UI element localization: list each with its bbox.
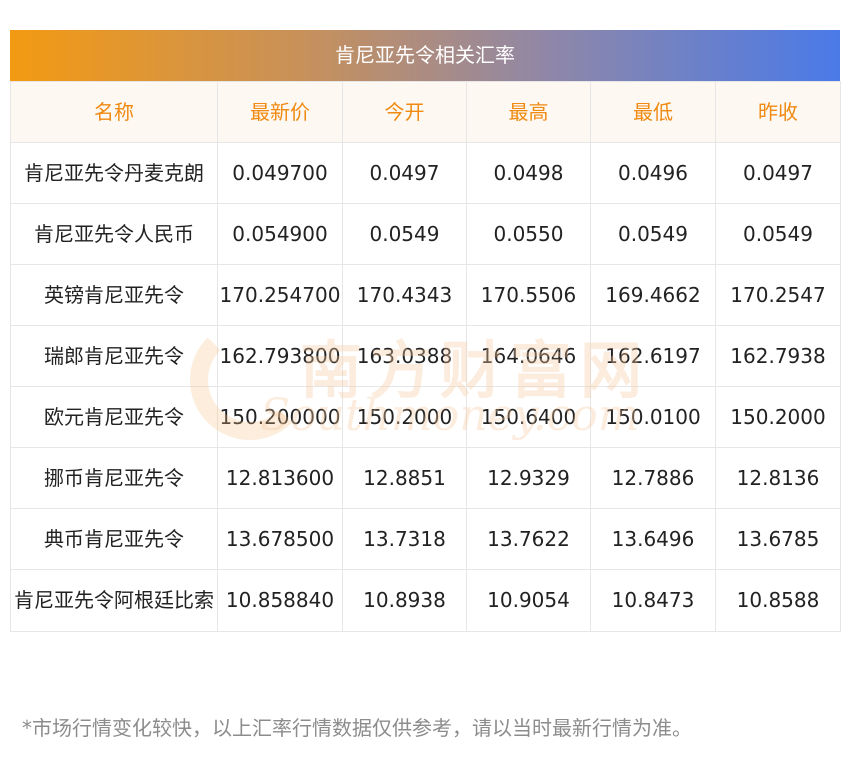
row-prev: 162.7938 (715, 325, 841, 387)
row-open: 170.4343 (342, 264, 467, 326)
row-latest: 10.858840 (217, 569, 343, 632)
header-open: 今开 (342, 81, 467, 143)
row-name: 典币肯尼亚先令 (10, 508, 218, 570)
row-open: 0.0497 (342, 142, 467, 204)
row-name: 欧元肯尼亚先令 (10, 386, 218, 448)
header-prev: 昨收 (715, 81, 841, 143)
row-high: 0.0550 (466, 203, 591, 265)
row-latest: 13.678500 (217, 508, 343, 570)
row-latest: 150.200000 (217, 386, 343, 448)
row-open: 0.0549 (342, 203, 467, 265)
row-prev: 10.8588 (715, 569, 841, 632)
header-row: 名称 最新价 今开 最高 最低 昨收 (10, 81, 841, 143)
row-low: 13.6496 (590, 508, 716, 570)
table-row: 挪币肯尼亚先令 12.813600 12.8851 12.9329 12.788… (10, 447, 841, 509)
row-name: 肯尼亚先令人民币 (10, 203, 218, 265)
header-low: 最低 (590, 81, 716, 143)
table-row: 肯尼亚先令人民币 0.054900 0.0549 0.0550 0.0549 0… (10, 203, 841, 265)
row-low: 12.7886 (590, 447, 716, 509)
table-row: 欧元肯尼亚先令 150.200000 150.2000 150.6400 150… (10, 386, 841, 448)
row-high: 170.5506 (466, 264, 591, 326)
table-row: 典币肯尼亚先令 13.678500 13.7318 13.7622 13.649… (10, 508, 841, 570)
rates-panel: 肯尼亚先令相关汇率 名称 最新价 今开 最高 最低 昨收 肯尼亚先令丹麦克朗 0… (10, 30, 841, 632)
disclaimer-note: *市场行情变化较快，以上汇率行情数据仅供参考，请以当时最新行情为准。 (22, 716, 692, 740)
row-high: 0.0498 (466, 142, 591, 204)
row-prev: 170.2547 (715, 264, 841, 326)
row-open: 12.8851 (342, 447, 467, 509)
row-latest: 0.054900 (217, 203, 343, 265)
row-prev: 150.2000 (715, 386, 841, 448)
table-title: 肯尼亚先令相关汇率 (10, 30, 840, 81)
row-high: 13.7622 (466, 508, 591, 570)
row-low: 0.0496 (590, 142, 716, 204)
row-latest: 0.049700 (217, 142, 343, 204)
row-high: 164.0646 (466, 325, 591, 387)
row-high: 150.6400 (466, 386, 591, 448)
header-latest: 最新价 (217, 81, 343, 143)
header-name: 名称 (10, 81, 218, 143)
row-open: 163.0388 (342, 325, 467, 387)
row-name: 英镑肯尼亚先令 (10, 264, 218, 326)
row-name: 肯尼亚先令阿根廷比索 (10, 569, 218, 632)
header-high: 最高 (466, 81, 591, 143)
row-name: 肯尼亚先令丹麦克朗 (10, 142, 218, 204)
row-latest: 162.793800 (217, 325, 343, 387)
row-latest: 170.254700 (217, 264, 343, 326)
row-prev: 0.0497 (715, 142, 841, 204)
row-prev: 13.6785 (715, 508, 841, 570)
row-prev: 0.0549 (715, 203, 841, 265)
row-name: 瑞郎肯尼亚先令 (10, 325, 218, 387)
table-row: 英镑肯尼亚先令 170.254700 170.4343 170.5506 169… (10, 264, 841, 326)
row-low: 150.0100 (590, 386, 716, 448)
row-name: 挪币肯尼亚先令 (10, 447, 218, 509)
row-low: 169.4662 (590, 264, 716, 326)
row-prev: 12.8136 (715, 447, 841, 509)
row-open: 150.2000 (342, 386, 467, 448)
row-open: 10.8938 (342, 569, 467, 632)
table-row: 肯尼亚先令阿根廷比索 10.858840 10.8938 10.9054 10.… (10, 569, 841, 632)
row-high: 10.9054 (466, 569, 591, 632)
table-row: 肯尼亚先令丹麦克朗 0.049700 0.0497 0.0498 0.0496 … (10, 142, 841, 204)
row-low: 10.8473 (590, 569, 716, 632)
row-open: 13.7318 (342, 508, 467, 570)
row-low: 0.0549 (590, 203, 716, 265)
table-row: 瑞郎肯尼亚先令 162.793800 163.0388 164.0646 162… (10, 325, 841, 387)
rates-table: 名称 最新价 今开 最高 最低 昨收 肯尼亚先令丹麦克朗 0.049700 0.… (10, 81, 841, 632)
row-high: 12.9329 (466, 447, 591, 509)
row-low: 162.6197 (590, 325, 716, 387)
row-latest: 12.813600 (217, 447, 343, 509)
